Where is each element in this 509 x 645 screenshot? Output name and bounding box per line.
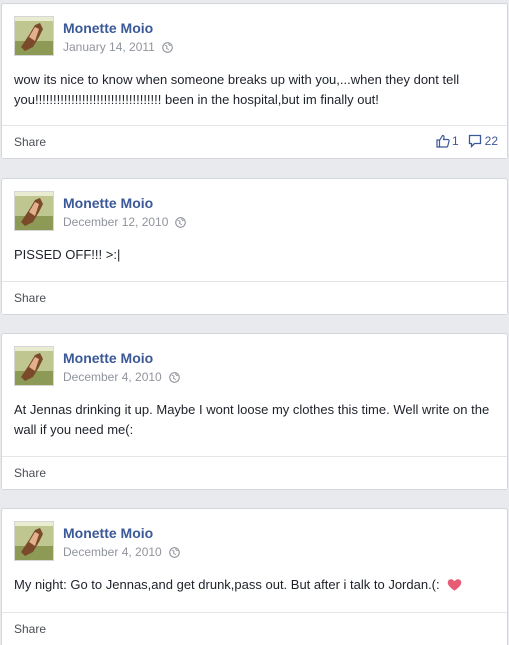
post-meta: December 4, 2010: [63, 370, 180, 384]
avatar[interactable]: [14, 521, 54, 561]
post-header: Monette Moio December 4, 2010: [2, 334, 507, 394]
post-footer: Share: [2, 281, 507, 314]
post-author[interactable]: Monette Moio: [63, 350, 153, 366]
comment-icon[interactable]: [468, 134, 482, 148]
post-header: Monette Moio December 4, 2010: [2, 509, 507, 569]
post-date[interactable]: December 12, 2010: [63, 215, 168, 229]
avatar[interactable]: [14, 16, 54, 56]
share-button[interactable]: Share: [14, 135, 46, 149]
post-author[interactable]: Monette Moio: [63, 195, 153, 211]
post-text: At Jennas drinking it up. Maybe I wont l…: [14, 402, 490, 437]
post-counts: 1 22: [436, 134, 498, 148]
post-card: Monette Moio December 4, 2010 My night: …: [1, 508, 508, 645]
share-button[interactable]: Share: [14, 466, 46, 480]
comment-count[interactable]: 22: [485, 134, 498, 148]
post-card: Monette Moio January 14, 2011 wow its ni…: [1, 3, 508, 159]
timeline-feed: Monette Moio January 14, 2011 wow its ni…: [0, 0, 509, 645]
post-text-container: My night: Go to Jennas,and get drunk,pas…: [2, 569, 507, 595]
heart-emoji-icon: [448, 579, 462, 591]
globe-icon[interactable]: [168, 546, 180, 558]
post-text: My night: Go to Jennas,and get drunk,pas…: [14, 577, 440, 592]
like-count[interactable]: 1: [452, 134, 459, 148]
post-header: Monette Moio December 12, 2010: [2, 179, 507, 239]
post-date[interactable]: December 4, 2010: [63, 370, 162, 384]
thumbs-up-icon[interactable]: [436, 134, 450, 148]
post-header: Monette Moio January 14, 2011: [2, 4, 507, 64]
avatar[interactable]: [14, 191, 54, 231]
post-author[interactable]: Monette Moio: [63, 525, 153, 541]
post-card: Monette Moio December 12, 2010 PISSED OF…: [1, 178, 508, 315]
post-footer: Share 1 22: [2, 125, 507, 158]
avatar-image: [15, 192, 53, 230]
avatar-image: [15, 522, 53, 560]
post-card: Monette Moio December 4, 2010 At Jennas …: [1, 333, 508, 490]
post-text: wow its nice to know when someone breaks…: [14, 72, 460, 107]
post-meta: December 4, 2010: [63, 545, 180, 559]
avatar-image: [15, 17, 53, 55]
post-meta: January 14, 2011: [63, 40, 173, 54]
globe-icon[interactable]: [175, 216, 187, 228]
avatar-image: [15, 347, 53, 385]
globe-icon[interactable]: [162, 41, 173, 53]
post-date[interactable]: January 14, 2011: [63, 40, 155, 54]
post-date[interactable]: December 4, 2010: [63, 545, 162, 559]
share-button[interactable]: Share: [14, 622, 46, 636]
globe-icon[interactable]: [168, 371, 180, 383]
avatar[interactable]: [14, 346, 54, 386]
post-meta: December 12, 2010: [63, 215, 187, 229]
post-author[interactable]: Monette Moio: [63, 20, 153, 36]
post-footer: Share: [2, 612, 507, 645]
post-footer: Share: [2, 456, 507, 489]
post-text: PISSED OFF!!! >:|: [14, 247, 121, 262]
share-button[interactable]: Share: [14, 291, 46, 305]
